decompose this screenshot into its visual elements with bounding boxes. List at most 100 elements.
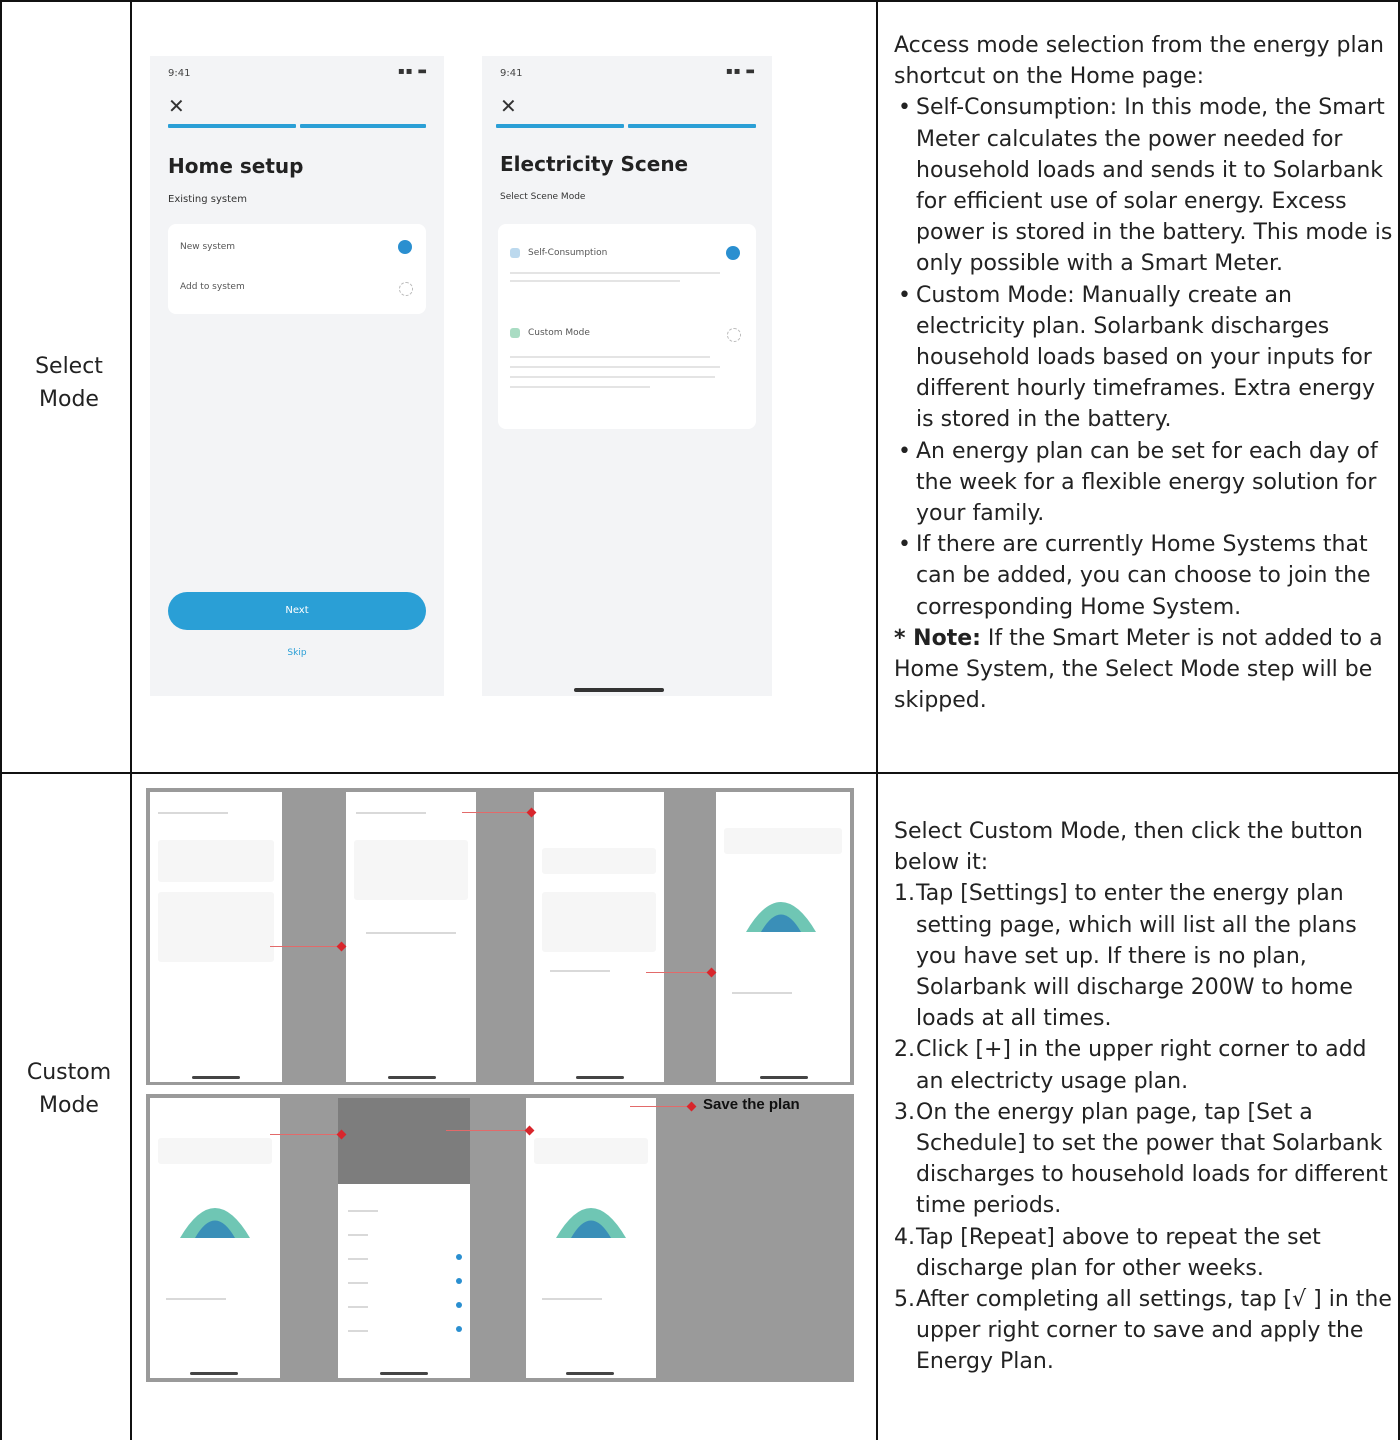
mini-chart bbox=[556, 1208, 626, 1238]
row-label-select-mode: Select Mode bbox=[4, 350, 134, 416]
bullet-item: An energy plan can be set for each day o… bbox=[894, 436, 1394, 530]
row-label-text: Select Mode bbox=[35, 354, 103, 412]
mini-card bbox=[158, 840, 274, 882]
description-bullets: Self-Consumption: In this mode, the Smar… bbox=[894, 92, 1394, 622]
table-border-top bbox=[0, 0, 1400, 2]
bullet-item: If there are currently Home Systems that… bbox=[894, 529, 1394, 623]
mini-card bbox=[542, 848, 656, 874]
custom-mode-description: Select Custom Mode, then click the butto… bbox=[894, 816, 1394, 1378]
close-icon[interactable]: ✕ bbox=[500, 94, 517, 118]
mini-line bbox=[542, 1298, 602, 1300]
option-description bbox=[510, 366, 720, 368]
step-item: On the energy plan page, tap [Set a Sche… bbox=[894, 1097, 1394, 1222]
home-indicator bbox=[380, 1372, 428, 1375]
arrow-icon bbox=[646, 972, 712, 973]
home-indicator bbox=[574, 688, 664, 692]
mini-line bbox=[356, 812, 426, 814]
mini-chart bbox=[180, 1208, 250, 1238]
option-description bbox=[510, 272, 720, 274]
arrow-icon bbox=[462, 812, 532, 813]
progress-bar-segment-2 bbox=[628, 124, 756, 128]
mini-card bbox=[724, 828, 842, 854]
mini-line bbox=[348, 1282, 368, 1284]
row-label-text: Custom Mode bbox=[26, 1060, 112, 1118]
mini-chart bbox=[746, 902, 816, 932]
mini-line bbox=[366, 932, 456, 934]
mini-screen-energy-plan-chart bbox=[716, 792, 850, 1082]
step-item: After completing all settings, tap [√ ] … bbox=[894, 1284, 1394, 1378]
mini-screen-scene-mode bbox=[150, 792, 282, 1082]
mini-line bbox=[348, 1210, 378, 1212]
mini-line bbox=[158, 812, 228, 814]
home-indicator bbox=[566, 1372, 614, 1375]
mini-chart-area bbox=[542, 892, 656, 952]
progress-bar-segment-1 bbox=[496, 124, 624, 128]
description-note: * Note: If the Smart Meter is not added … bbox=[894, 623, 1394, 717]
instruction-table: Select Mode 9:41 ▪▪ ▬ ✕ Home setup Exist… bbox=[0, 0, 1400, 1440]
signal-battery-icon: ▪▪ ▬ bbox=[397, 66, 428, 77]
mini-line bbox=[348, 1330, 368, 1332]
table-column-divider-2 bbox=[876, 0, 878, 1440]
screenshot-collage-top bbox=[146, 788, 854, 1085]
arrow-icon bbox=[630, 1106, 692, 1107]
mini-screen-repeat-days bbox=[338, 1098, 470, 1378]
screenshot-collage-bottom: Save the plan bbox=[146, 1094, 854, 1382]
table-row-divider bbox=[0, 772, 1400, 774]
option-description bbox=[510, 386, 650, 388]
radio-selected-icon[interactable] bbox=[726, 246, 740, 260]
status-time: 9:41 bbox=[500, 68, 523, 79]
table-border-left bbox=[0, 0, 2, 1440]
bullet-item: Custom Mode: Manually create an electric… bbox=[894, 280, 1394, 436]
bullet-item: Self-Consumption: In this mode, the Smar… bbox=[894, 92, 1394, 279]
home-indicator bbox=[192, 1076, 240, 1079]
option-self-consumption[interactable]: Self-Consumption bbox=[528, 248, 607, 258]
option-add-to-system[interactable]: Add to system bbox=[180, 282, 245, 292]
mini-line bbox=[166, 1298, 226, 1300]
row-label-custom-mode: Custom Mode bbox=[4, 1056, 134, 1122]
mini-screen-energy-plan-empty bbox=[346, 792, 476, 1082]
option-description bbox=[510, 376, 715, 378]
option-description bbox=[510, 356, 710, 358]
mini-line bbox=[732, 992, 792, 994]
mini-card bbox=[158, 892, 274, 962]
radio-selected-icon[interactable] bbox=[398, 240, 412, 254]
home-indicator bbox=[388, 1076, 436, 1079]
option-description bbox=[510, 280, 680, 282]
check-icon bbox=[456, 1326, 462, 1332]
screen-subtitle: Select Scene Mode bbox=[500, 192, 586, 202]
scene-mode-card: Self-Consumption Custom Mode bbox=[498, 224, 756, 429]
next-button[interactable]: Next bbox=[168, 592, 426, 630]
mini-card bbox=[534, 1138, 648, 1164]
description-steps: Tap [Settings] to enter the energy plan … bbox=[894, 878, 1394, 1377]
signal-battery-icon: ▪▪ ▬ bbox=[725, 66, 756, 77]
close-icon[interactable]: ✕ bbox=[168, 94, 185, 118]
option-custom-mode[interactable]: Custom Mode bbox=[528, 328, 590, 338]
mini-line bbox=[348, 1234, 368, 1236]
phone-screenshot-home-setup: 9:41 ▪▪ ▬ ✕ Home setup Existing system N… bbox=[150, 56, 444, 696]
step-item: Tap [Repeat] above to repeat the set dis… bbox=[894, 1222, 1394, 1284]
mini-screen-energy-plan-chart bbox=[150, 1098, 280, 1378]
mini-line bbox=[348, 1306, 368, 1308]
self-consumption-icon bbox=[510, 248, 520, 258]
screen-subtitle: Existing system bbox=[168, 194, 247, 205]
description-intro: Access mode selection from the energy pl… bbox=[894, 33, 1385, 90]
status-time: 9:41 bbox=[168, 68, 191, 79]
mini-line bbox=[550, 970, 610, 972]
arrow-icon bbox=[270, 1134, 342, 1135]
mini-screen-energy-plan-saved bbox=[526, 1098, 656, 1378]
home-indicator bbox=[576, 1076, 624, 1079]
check-icon bbox=[456, 1278, 462, 1284]
save-the-plan-label: Save the plan bbox=[703, 1096, 800, 1113]
radio-unselected-icon[interactable] bbox=[399, 282, 413, 296]
select-mode-description: Access mode selection from the energy pl… bbox=[894, 30, 1394, 716]
step-item: Click [+] in the upper right corner to a… bbox=[894, 1034, 1394, 1096]
radio-unselected-icon[interactable] bbox=[727, 328, 741, 342]
arrow-icon bbox=[446, 1130, 530, 1131]
step-item: Tap [Settings] to enter the energy plan … bbox=[894, 878, 1394, 1034]
screen-title: Home setup bbox=[168, 154, 304, 178]
check-icon bbox=[456, 1254, 462, 1260]
mini-card bbox=[158, 1138, 272, 1164]
skip-link[interactable]: Skip bbox=[168, 648, 426, 658]
option-new-system[interactable]: New system bbox=[180, 242, 235, 252]
progress-bar-segment-1 bbox=[168, 124, 296, 128]
